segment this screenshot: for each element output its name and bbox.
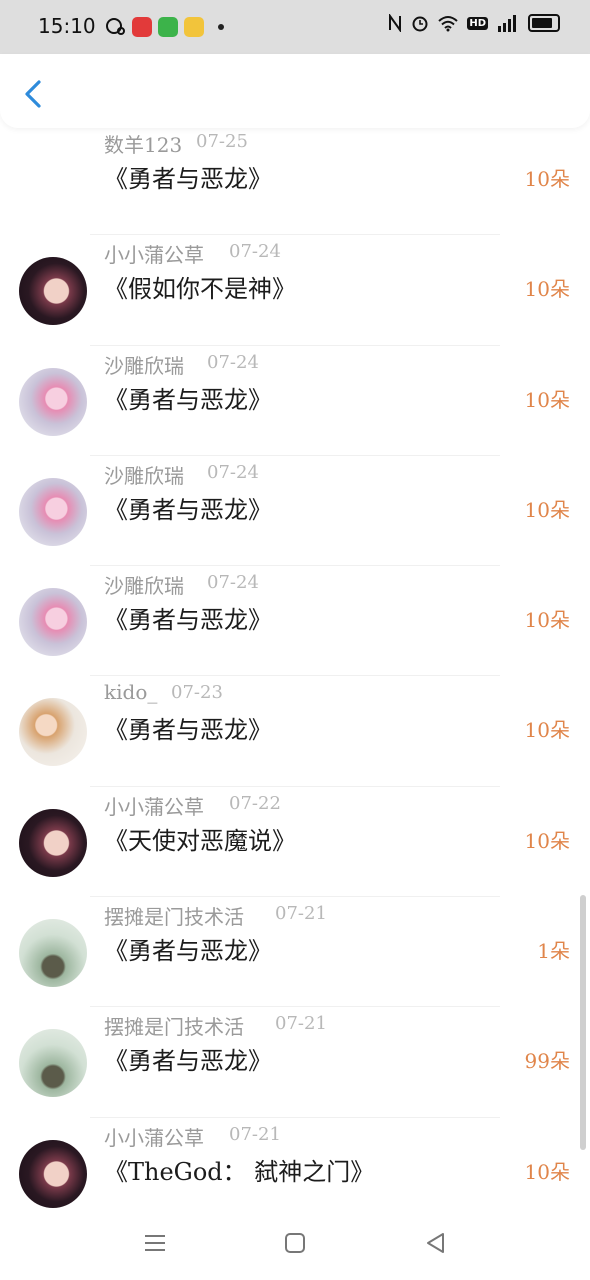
- list-item[interactable]: 摆摊是门技术活 07-21 《勇者与恶龙》 99朵: [0, 1007, 590, 1118]
- book-title[interactable]: 《勇者与恶龙》: [104, 931, 272, 966]
- username: 数羊123: [104, 133, 183, 157]
- avatar[interactable]: [19, 588, 87, 657]
- list-item[interactable]: 数羊123 07-25 《勇者与恶龙》 10朵: [0, 125, 590, 236]
- system-status-icons: HD: [387, 14, 560, 32]
- system-navigation-bar: [0, 1208, 590, 1280]
- signal-4g-icon: [498, 15, 516, 32]
- date: 07-23: [171, 682, 223, 704]
- yellow-app-icon: [184, 17, 204, 37]
- chat-bubble-icon: [106, 18, 125, 35]
- list-item[interactable]: 沙雕欣瑞 07-24 《勇者与恶龙》 10朵: [0, 566, 590, 677]
- flower-count: 10朵: [524, 1159, 570, 1184]
- list-item[interactable]: kido_ 07-23 《勇者与恶龙》 10朵: [0, 676, 590, 787]
- flower-count: 10朵: [524, 387, 570, 412]
- wifi-icon: [438, 16, 458, 32]
- avatar[interactable]: [19, 367, 87, 436]
- avatar[interactable]: [19, 919, 87, 988]
- username: kido_: [104, 680, 158, 705]
- book-title[interactable]: 《勇者与恶龙》: [104, 600, 272, 635]
- date: 07-24: [207, 351, 259, 373]
- hd-icon: HD: [467, 16, 488, 30]
- date: 07-25: [196, 131, 248, 152]
- battery-icon: [528, 14, 560, 32]
- username: 摆摊是门技术活: [104, 1015, 244, 1040]
- flower-count: 99朵: [524, 1049, 570, 1074]
- date: 07-21: [229, 1123, 281, 1145]
- book-title[interactable]: 《勇者与恶龙》: [104, 490, 272, 525]
- flower-count: 10朵: [524, 608, 570, 633]
- username: 沙雕欣瑞: [104, 353, 184, 378]
- avatar[interactable]: [19, 698, 87, 767]
- flower-count: 10朵: [524, 497, 570, 522]
- date: 07-24: [207, 572, 259, 594]
- date: 07-21: [275, 1013, 327, 1035]
- flower-count: 10朵: [524, 277, 570, 302]
- username: 沙雕欣瑞: [104, 574, 184, 599]
- list-item[interactable]: 沙雕欣瑞 07-24 《勇者与恶龙》 10朵: [0, 456, 590, 567]
- status-time: 15:10: [38, 14, 96, 38]
- top-app-bar: [0, 54, 590, 128]
- back-chevron-icon[interactable]: [18, 76, 48, 112]
- nfc-icon: [389, 14, 402, 32]
- book-title[interactable]: 《勇者与恶龙》: [104, 710, 272, 745]
- flower-count: 10朵: [524, 828, 570, 853]
- flower-count: 10朵: [524, 718, 570, 743]
- alarm-icon: [412, 16, 428, 32]
- username: 小小蒲公草: [104, 1125, 204, 1150]
- book-title[interactable]: 《TheGod： 弑神之门》: [104, 1152, 374, 1187]
- list-item[interactable]: 小小蒲公草 07-24 《假如你不是神》 10朵: [0, 235, 590, 346]
- notification-icons: [104, 16, 224, 38]
- home-square-icon[interactable]: [280, 1228, 310, 1258]
- book-title[interactable]: 《天使对恶魔说》: [104, 821, 296, 856]
- more-notifications-dot-icon: [218, 24, 224, 30]
- status-bar: 15:10 HD: [0, 0, 590, 54]
- username: 小小蒲公草: [104, 794, 204, 819]
- flower-count: 10朵: [524, 167, 570, 191]
- list-item[interactable]: 沙雕欣瑞 07-24 《勇者与恶龙》 10朵: [0, 346, 590, 456]
- date: 07-22: [229, 792, 281, 814]
- list-item[interactable]: 摆摊是门技术活 07-21 《勇者与恶龙》 1朵: [0, 897, 590, 1008]
- username: 小小蒲公草: [104, 243, 204, 268]
- avatar[interactable]: [19, 1029, 87, 1098]
- book-title[interactable]: 《勇者与恶龙》: [104, 1041, 272, 1076]
- avatar[interactable]: [19, 477, 87, 546]
- book-title[interactable]: 《勇者与恶龙》: [104, 380, 272, 415]
- avatar[interactable]: [19, 1139, 87, 1208]
- username: 摆摊是门技术活: [104, 905, 244, 930]
- date: 07-21: [275, 903, 327, 925]
- date: 07-24: [207, 461, 259, 483]
- book-title[interactable]: 《假如你不是神》: [104, 269, 296, 304]
- date: 07-24: [229, 241, 281, 263]
- green-app-icon: [158, 17, 178, 37]
- back-triangle-icon[interactable]: [420, 1228, 450, 1258]
- list-item[interactable]: 小小蒲公草 07-22 《天使对恶魔说》 10朵: [0, 787, 590, 898]
- username: 沙雕欣瑞: [104, 463, 184, 488]
- weibo-app-icon: [132, 17, 152, 37]
- avatar[interactable]: [19, 257, 87, 326]
- book-title[interactable]: 《勇者与恶龙》: [104, 159, 272, 194]
- menu-icon[interactable]: [140, 1228, 170, 1258]
- scrollbar[interactable]: [580, 895, 586, 1150]
- flower-count: 1朵: [537, 939, 570, 964]
- gift-record-list: 数羊123 07-25 《勇者与恶龙》 10朵 小小蒲公草 07-24 《假如你不是神》 10…: [0, 125, 590, 1228]
- avatar[interactable]: [19, 808, 87, 877]
